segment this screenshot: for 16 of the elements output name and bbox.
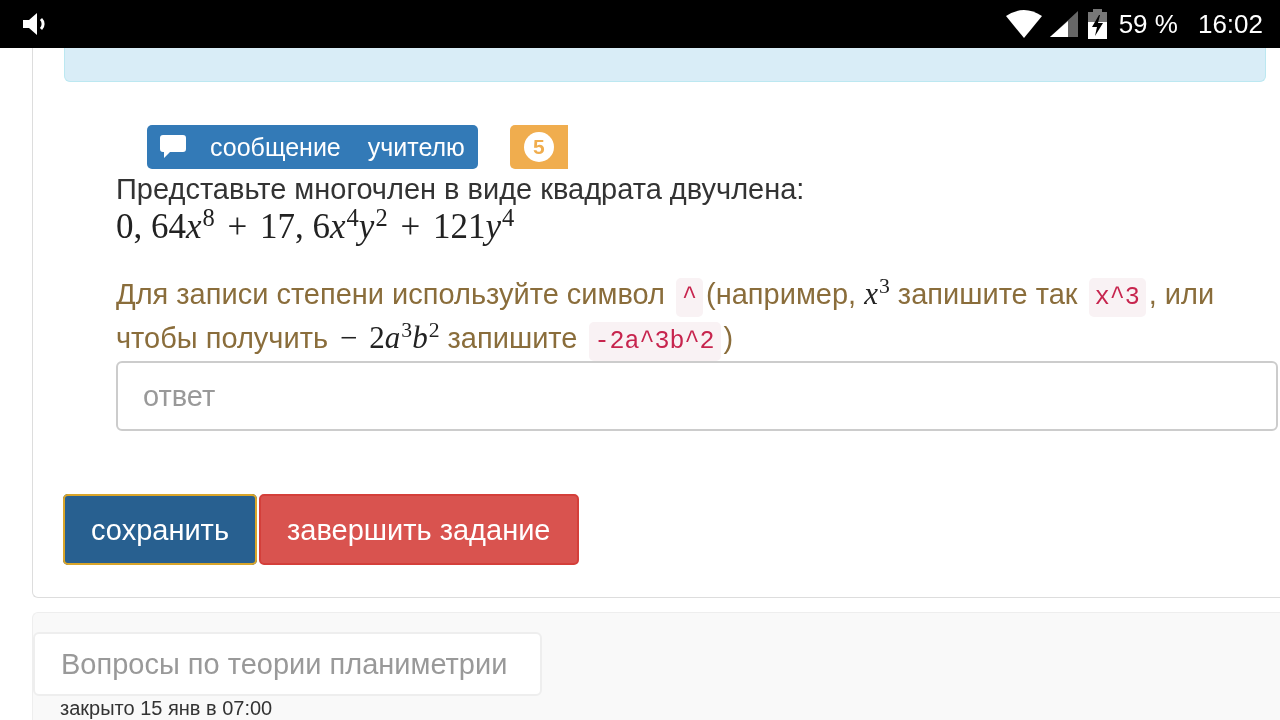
- signal-icon: [1049, 11, 1078, 37]
- finish-task-button[interactable]: завершить задание: [259, 494, 579, 565]
- clock-time: 16:02: [1197, 9, 1263, 39]
- polynomial-formula: 0, 64x$^{8}$ + 17, 6x$^{4}$y$^{2}$ + 121y$^{4}$: [116, 207, 515, 247]
- battery-charging-icon: [1087, 9, 1107, 39]
- task-status-text: закрыто 15 янв в 07:00: [60, 697, 273, 719]
- hint-text: Для записи степени используйте символ ^ (например, x$^{3}$ запишите так x^3 , или чтобы получить − 2a$^{3}$b$^{2}$ запишите -2a^3b^2 ): [116, 272, 1278, 360]
- badge-number: 5: [523, 132, 554, 162]
- question-text: Представьте многочлен в виде квадрата двучлена:: [116, 172, 806, 206]
- speech-bubble-icon: [160, 135, 186, 159]
- task-link-card[interactable]: Вопросы по теории планиметрии: [33, 632, 542, 696]
- save-button[interactable]: сохранить: [63, 494, 257, 565]
- message-teacher-button[interactable]: сообщение учителю: [147, 125, 478, 169]
- wifi-icon: [1005, 10, 1042, 38]
- battery-percent: 59 %: [1118, 9, 1178, 39]
- answer-field[interactable]: ответ: [116, 361, 1278, 431]
